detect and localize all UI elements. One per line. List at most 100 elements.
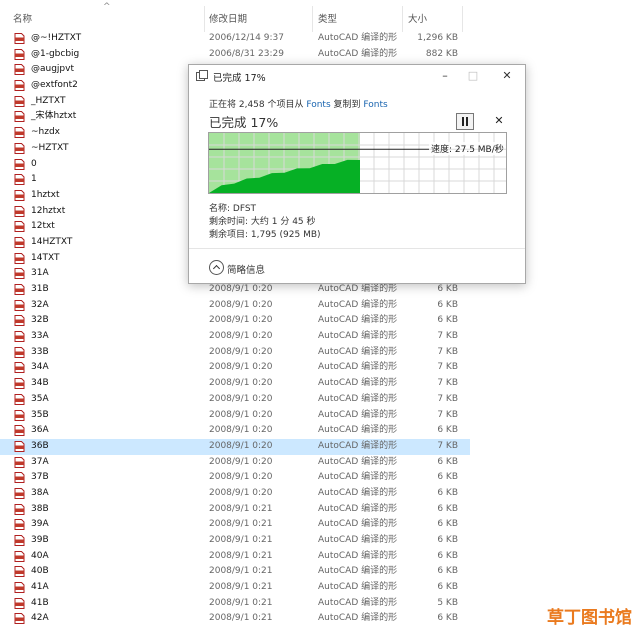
shx-file-icon xyxy=(14,205,25,217)
column-header: ^ 名称 修改日期 类型 大小 xyxy=(0,0,640,34)
dialog-divider xyxy=(189,248,525,249)
file-name: ~hzdx xyxy=(31,127,61,138)
header-name[interactable]: 名称 xyxy=(13,11,32,25)
file-type: AutoCAD 编译的形 xyxy=(318,346,398,357)
file-row[interactable]: 42A 2008/9/1 0:21 AutoCAD 编译的形 6 KB xyxy=(0,611,470,627)
header-divider[interactable] xyxy=(462,6,463,32)
source-folder-link[interactable]: Fonts xyxy=(306,100,330,110)
file-row[interactable]: 31B 2008/9/1 0:20 AutoCAD 编译的形 6 KB xyxy=(0,282,470,298)
shx-file-icon xyxy=(14,80,25,92)
file-name: 40A xyxy=(31,550,49,561)
file-row[interactable]: 41B 2008/9/1 0:21 AutoCAD 编译的形 5 KB xyxy=(0,596,470,612)
file-size: 5 KB xyxy=(437,597,458,608)
dialog-title: 已完成 17% xyxy=(213,73,266,84)
file-size: 7 KB xyxy=(437,362,458,373)
file-row[interactable]: 35A 2008/9/1 0:20 AutoCAD 编译的形 7 KB xyxy=(0,392,470,408)
shx-file-icon xyxy=(14,425,25,437)
destination-folder-link[interactable]: Fonts xyxy=(363,100,387,110)
file-row[interactable]: 40A 2008/9/1 0:21 AutoCAD 编译的形 6 KB xyxy=(0,549,470,565)
file-size: 6 KB xyxy=(437,456,458,467)
copy-prefix: 正在将 2,458 个项目从 xyxy=(209,100,307,110)
pause-button[interactable] xyxy=(456,113,474,130)
shx-file-icon xyxy=(14,472,25,484)
sort-up-icon[interactable]: ^ xyxy=(103,2,111,12)
shx-file-icon xyxy=(14,299,25,311)
shx-file-icon xyxy=(14,48,25,60)
file-name: 33A xyxy=(31,331,49,342)
file-row[interactable]: 33B 2008/9/1 0:20 AutoCAD 编译的形 7 KB xyxy=(0,345,470,361)
shx-file-icon xyxy=(14,456,25,468)
file-row[interactable]: 41A 2008/9/1 0:21 AutoCAD 编译的形 6 KB xyxy=(0,580,470,596)
file-row[interactable]: 38B 2008/9/1 0:21 AutoCAD 编译的形 6 KB xyxy=(0,502,470,518)
shx-file-icon xyxy=(14,582,25,594)
close-button[interactable]: ✕ xyxy=(494,67,520,85)
file-row[interactable]: 40B 2008/9/1 0:21 AutoCAD 编译的形 6 KB xyxy=(0,564,470,580)
file-type: AutoCAD 编译的形 xyxy=(318,582,398,593)
file-row[interactable]: 34B 2008/9/1 0:20 AutoCAD 编译的形 7 KB xyxy=(0,376,470,392)
file-name: 40B xyxy=(31,566,49,577)
file-row[interactable]: @1-gbcbig 2006/8/31 23:29 AutoCAD 编译的形 882 … xyxy=(0,47,470,63)
file-row[interactable]: 32A 2008/9/1 0:20 AutoCAD 编译的形 6 KB xyxy=(0,298,470,314)
shx-file-icon xyxy=(14,331,25,343)
file-date: 2008/9/1 0:20 xyxy=(209,456,273,467)
file-size: 6 KB xyxy=(437,519,458,530)
file-row[interactable]: 34A 2008/9/1 0:20 AutoCAD 编译的形 7 KB xyxy=(0,360,470,376)
file-name: 33B xyxy=(31,346,49,357)
file-type: AutoCAD 编译的形 xyxy=(318,456,398,467)
header-type[interactable]: 类型 xyxy=(318,11,337,25)
file-name: 32B xyxy=(31,315,49,326)
file-row[interactable]: @~!HZTXT 2006/12/14 9:37 AutoCAD 编译的形 1,296… xyxy=(0,31,470,47)
file-name: _宋体hztxt xyxy=(31,111,77,122)
header-date[interactable]: 修改日期 xyxy=(209,11,247,25)
shx-file-icon xyxy=(14,393,25,405)
file-date: 2008/9/1 0:20 xyxy=(209,346,273,357)
file-name: 39A xyxy=(31,519,49,530)
header-size[interactable]: 大小 xyxy=(408,11,427,25)
header-divider[interactable] xyxy=(402,6,403,32)
file-row[interactable]: 37A 2008/9/1 0:20 AutoCAD 编译的形 6 KB xyxy=(0,455,470,471)
file-row[interactable]: 32B 2008/9/1 0:20 AutoCAD 编译的形 6 KB xyxy=(0,313,470,329)
file-row[interactable]: 36B 2008/9/1 0:20 AutoCAD 编译的形 7 KB xyxy=(0,438,470,455)
file-row[interactable]: 39B 2008/9/1 0:21 AutoCAD 编译的形 6 KB xyxy=(0,533,470,549)
file-name: 37A xyxy=(31,456,49,467)
file-row[interactable]: 38A 2008/9/1 0:20 AutoCAD 编译的形 6 KB xyxy=(0,486,470,502)
file-size: 7 KB xyxy=(437,440,458,451)
shx-file-icon xyxy=(14,268,25,280)
file-type: AutoCAD 编译的形 xyxy=(318,362,398,373)
stop-button[interactable]: ✕ xyxy=(491,113,507,128)
watermark-text: 草丁图书馆 xyxy=(547,608,632,628)
fewer-details-toggle[interactable]: 简略信息 xyxy=(209,260,266,276)
dialog-titlebar[interactable]: 已完成 17% – □ ✕ xyxy=(189,65,525,87)
chevron-up-icon xyxy=(209,260,224,275)
file-name: 1 xyxy=(31,174,37,185)
file-date: 2008/9/1 0:20 xyxy=(209,409,273,420)
file-name: 31B xyxy=(31,284,49,294)
minimize-button[interactable]: – xyxy=(432,67,458,85)
file-size: 7 KB xyxy=(437,331,458,342)
file-name: @augjpvt xyxy=(31,64,75,75)
maximize-button[interactable]: □ xyxy=(460,67,486,85)
file-row[interactable]: 36A 2008/9/1 0:20 AutoCAD 编译的形 6 KB xyxy=(0,423,470,439)
file-date: 2006/8/31 23:29 xyxy=(209,48,284,59)
shx-file-icon xyxy=(14,284,25,295)
header-divider[interactable] xyxy=(312,6,313,32)
file-name: 12txt xyxy=(31,221,55,232)
items-remaining-line: 剩余项目: 1,795 (925 MB) xyxy=(209,230,321,240)
shx-file-icon xyxy=(14,440,25,452)
header-divider[interactable] xyxy=(204,6,205,32)
file-name: 31A xyxy=(31,268,49,279)
file-row[interactable]: 39A 2008/9/1 0:21 AutoCAD 编译的形 6 KB xyxy=(0,517,470,533)
file-size: 6 KB xyxy=(437,566,458,577)
shx-file-icon xyxy=(14,566,25,578)
file-name: 36B xyxy=(31,440,49,451)
file-row[interactable]: 33A 2008/9/1 0:20 AutoCAD 编译的形 7 KB xyxy=(0,329,470,345)
file-name: 42A xyxy=(31,613,49,624)
file-type: AutoCAD 编译的形 xyxy=(318,535,398,545)
file-row[interactable]: 37B 2008/9/1 0:20 AutoCAD 编译的形 6 KB xyxy=(0,470,470,486)
file-date: 2008/9/1 0:21 xyxy=(209,503,273,514)
file-type: AutoCAD 编译的形 xyxy=(318,613,398,624)
file-date: 2008/9/1 0:20 xyxy=(209,378,273,389)
details-label: 简略信息 xyxy=(227,265,266,276)
file-row[interactable]: 35B 2008/9/1 0:20 AutoCAD 编译的形 7 KB xyxy=(0,408,470,424)
shx-file-icon xyxy=(14,362,25,374)
